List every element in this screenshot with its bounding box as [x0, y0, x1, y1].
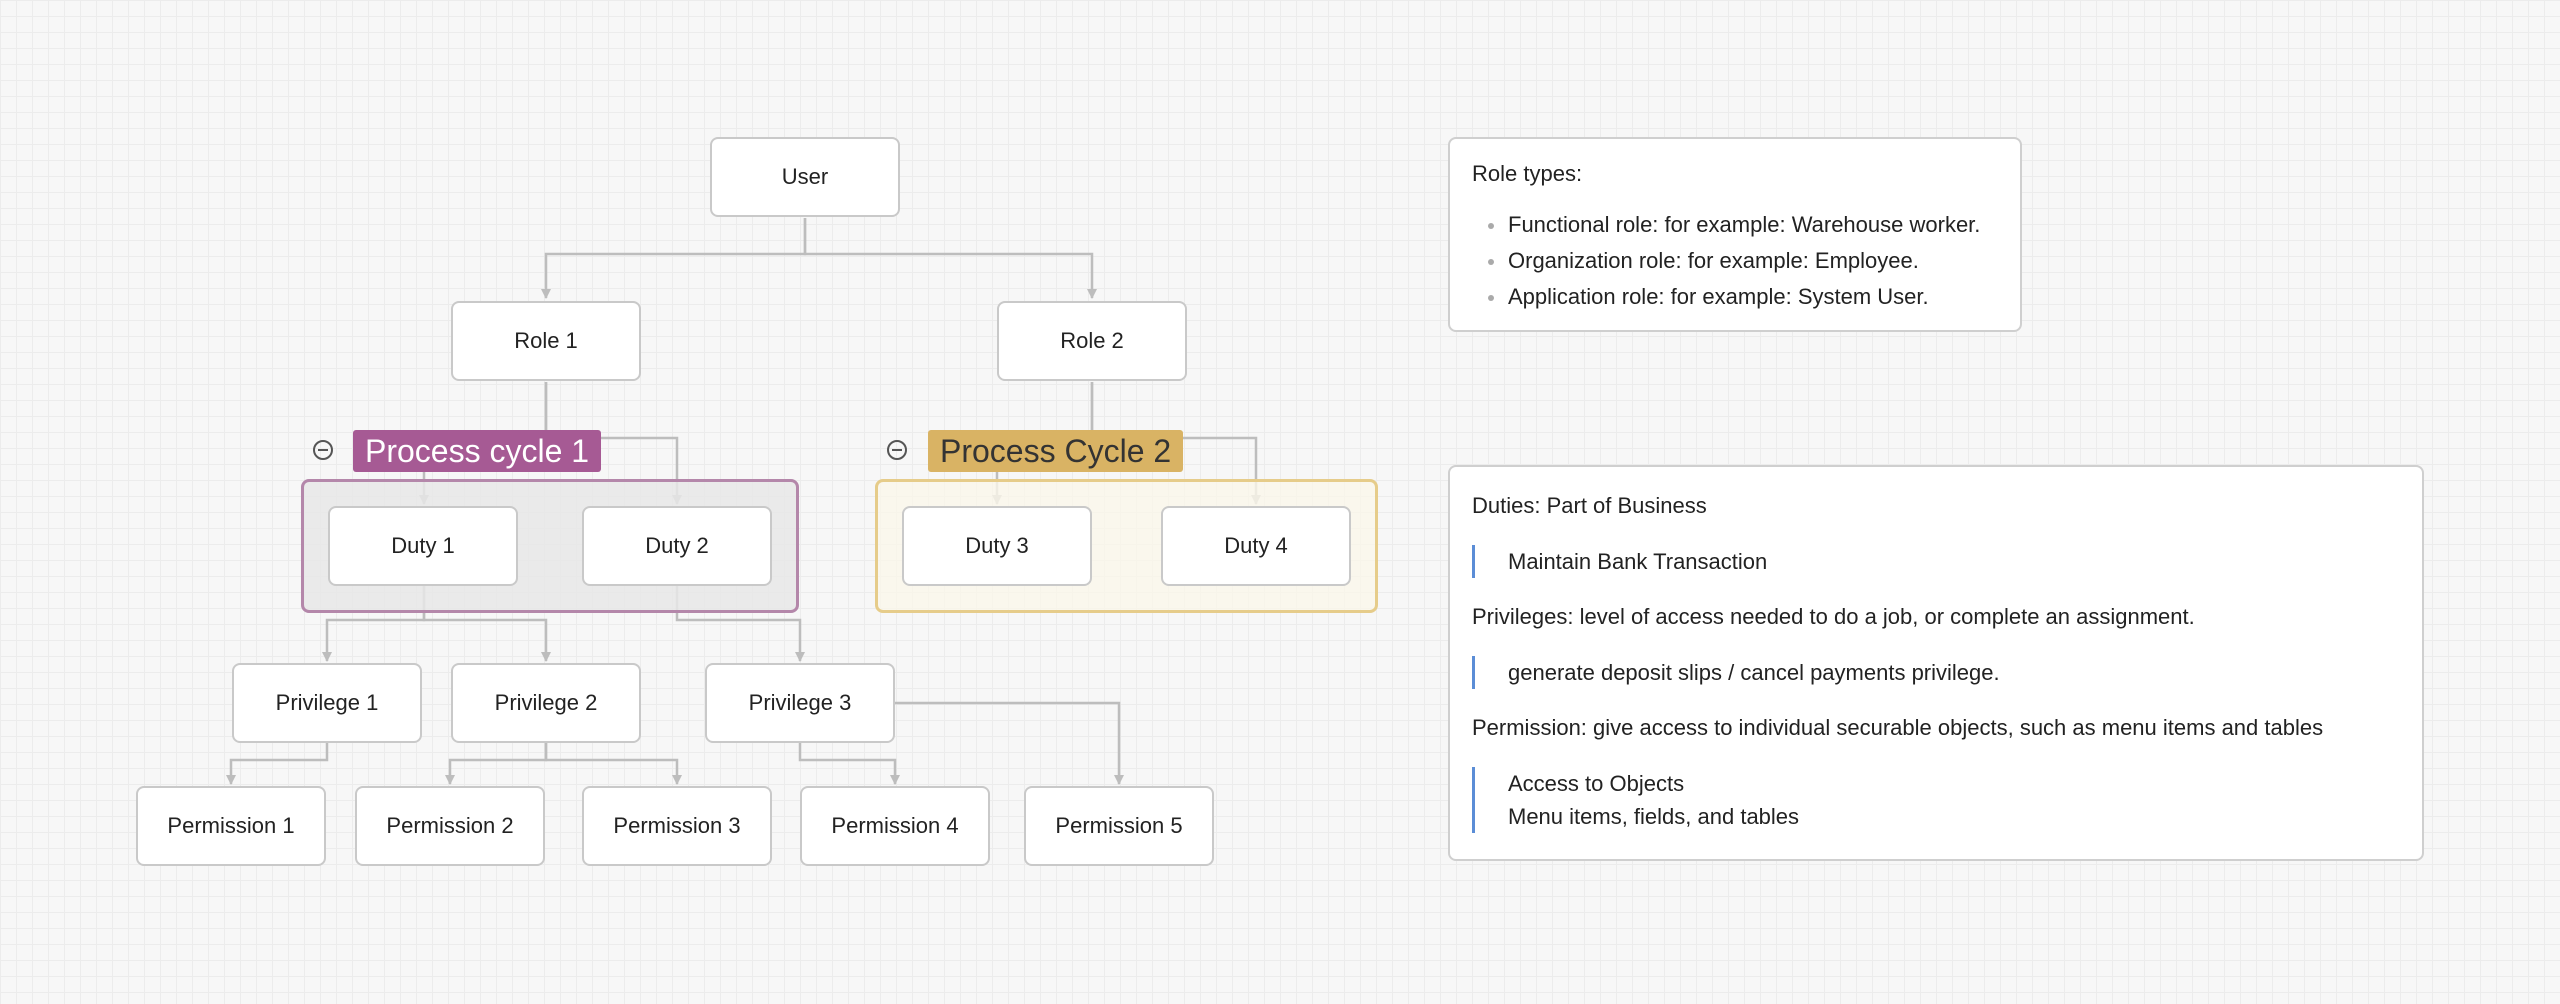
node-duty-4[interactable]: Duty 4	[1161, 506, 1351, 586]
connector-user-role1	[541, 218, 807, 299]
node-permission-3[interactable]: Permission 3	[582, 786, 772, 866]
role-types-note[interactable]: Role types: Functional role: for example…	[1448, 137, 2022, 332]
node-privilege-3[interactable]: Privilege 3	[705, 663, 895, 743]
collapse-icon[interactable]	[887, 440, 907, 460]
node-duty-2[interactable]: Duty 2	[582, 506, 772, 586]
node-user[interactable]: User	[710, 137, 900, 217]
node-permission-2[interactable]: Permission 2	[355, 786, 545, 866]
node-privilege-1[interactable]: Privilege 1	[232, 663, 422, 743]
connector-privilege3-permission4	[798, 743, 900, 785]
node-permission-5[interactable]: Permission 5	[1024, 786, 1214, 866]
process-cycle-1-label: Process cycle 1	[353, 430, 602, 472]
node-permission-1[interactable]: Permission 1	[136, 786, 326, 866]
permission-quote-line-1: Access to Objects	[1508, 771, 1685, 796]
privileges-heading: Privileges: level of access needed to do…	[1472, 604, 2195, 629]
node-duty-3[interactable]: Duty 3	[902, 506, 1092, 586]
privileges-quote-text: generate deposit slips / cancel payments…	[1508, 660, 2000, 685]
duties-heading: Duties: Part of Business	[1472, 493, 1707, 518]
connector-privilege1-permission1	[226, 743, 329, 785]
role-types-heading: Role types:	[1472, 161, 1583, 186]
node-duty-1[interactable]: Duty 1	[328, 506, 518, 586]
node-role-1[interactable]: Role 1	[451, 301, 641, 381]
collapse-icon[interactable]	[313, 440, 333, 460]
connector-privilege3-permission5	[893, 701, 1124, 785]
permission-quote: Access to Objects Menu items, fields, an…	[1472, 767, 2422, 833]
process-cycle-2-label: Process Cycle 2	[928, 430, 1184, 472]
privileges-quote: generate deposit slips / cancel payments…	[1472, 656, 2422, 689]
definitions-note[interactable]: Duties: Part of Business Maintain Bank T…	[1448, 465, 2424, 861]
role-types-list: Functional role: for example: Warehouse …	[1472, 207, 2020, 315]
duties-quote-text: Maintain Bank Transaction	[1508, 549, 1768, 574]
permission-quote-line-2: Menu items, fields, and tables	[1508, 804, 1800, 829]
node-permission-4[interactable]: Permission 4	[800, 786, 990, 866]
connector-privilege2-permission2	[445, 743, 548, 785]
connector-user-role2	[803, 218, 1097, 299]
list-item: Organization role: for example: Employee…	[1472, 243, 2020, 279]
duties-quote: Maintain Bank Transaction	[1472, 545, 2422, 578]
node-role-2[interactable]: Role 2	[997, 301, 1187, 381]
list-item: Functional role: for example: Warehouse …	[1472, 207, 2020, 243]
connector-privilege2-permission3	[544, 743, 682, 785]
node-privilege-2[interactable]: Privilege 2	[451, 663, 641, 743]
permission-heading: Permission: give access to individual se…	[1472, 715, 2324, 740]
list-item: Application role: for example: System Us…	[1472, 279, 2020, 315]
